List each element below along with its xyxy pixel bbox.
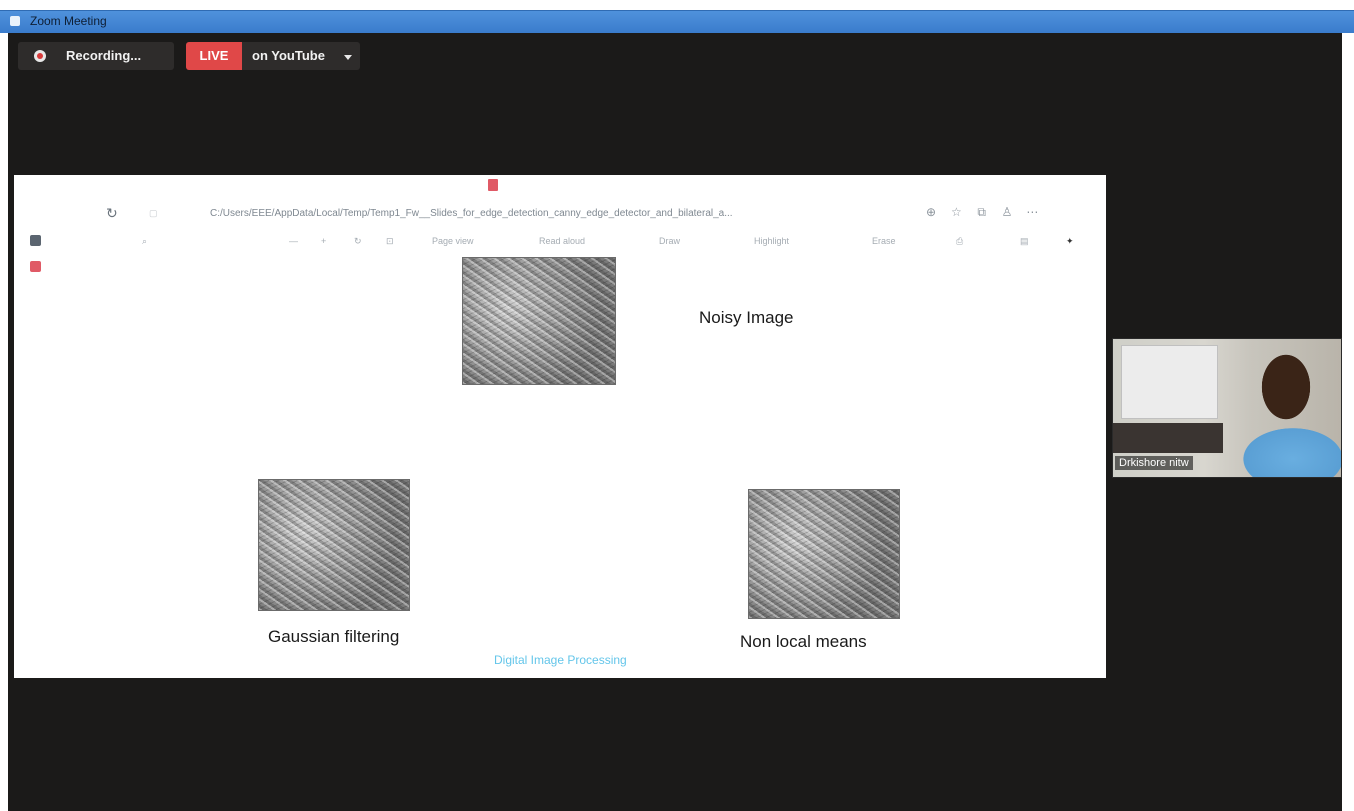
chevron-down-icon[interactable] xyxy=(344,55,352,60)
url-text[interactable]: C:/Users/EEE/AppData/Local/Temp/Temp1_Fw… xyxy=(210,208,733,219)
save-icon[interactable]: ▤ xyxy=(1020,236,1029,247)
sidebar-pdf-icon[interactable] xyxy=(30,261,41,272)
record-icon xyxy=(34,50,46,62)
gaussian-filtered-image xyxy=(258,479,410,611)
toolbar-erase[interactable]: Erase xyxy=(872,236,896,246)
shared-screen: ↻ ▢ C:/Users/EEE/AppData/Local/Temp/Temp… xyxy=(14,175,1106,678)
non-local-means-image xyxy=(748,489,900,619)
recording-indicator[interactable]: Recording... xyxy=(18,42,174,70)
file-icon: ▢ xyxy=(149,208,158,218)
sidebar-tabs-icon[interactable] xyxy=(30,235,41,246)
window-titlebar: Zoom Meeting xyxy=(0,10,1354,33)
zoom-icon[interactable]: ⊕ xyxy=(920,205,942,219)
pin-icon[interactable]: ✦ xyxy=(1066,236,1074,247)
slide-footer: Digital Image Processing xyxy=(494,653,627,667)
live-destination: on YouTube xyxy=(252,48,325,63)
noisy-image-label: Noisy Image xyxy=(699,308,794,327)
toolbar-read-aloud[interactable]: Read aloud xyxy=(539,236,585,246)
address-bar[interactable]: ↻ ▢ C:/Users/EEE/AppData/Local/Temp/Temp… xyxy=(14,197,1106,227)
live-stream-control[interactable]: LIVE on YouTube xyxy=(186,42,360,70)
live-badge: LIVE xyxy=(186,42,242,70)
favorite-star-icon[interactable]: ☆ xyxy=(945,205,967,219)
search-icon[interactable]: ⌕ xyxy=(142,236,147,247)
zoom-app-icon xyxy=(10,16,20,26)
window-title: Zoom Meeting xyxy=(30,14,107,28)
background-shelf xyxy=(1113,423,1223,453)
zoom-out-icon[interactable]: — xyxy=(289,236,298,246)
toolbar-page-view[interactable]: Page view xyxy=(432,236,474,246)
toolbar-draw[interactable]: Draw xyxy=(659,236,680,246)
more-icon[interactable]: ⋯ xyxy=(1021,205,1043,219)
pdf-toolbar: ⌕ — + ↻ ⊡ Page view Read aloud Draw High… xyxy=(14,231,1106,253)
participant-name: Drkishore nitw xyxy=(1115,456,1193,470)
print-icon[interactable]: ⎙ xyxy=(956,236,963,247)
background-cabinet xyxy=(1121,345,1218,419)
non-local-means-label: Non local means xyxy=(740,632,867,651)
pdf-icon xyxy=(488,179,498,191)
noisy-image xyxy=(462,257,616,385)
recording-label: Recording... xyxy=(66,48,142,63)
profile-icon[interactable]: ♙ xyxy=(996,205,1018,219)
toolbar-highlight[interactable]: Highlight xyxy=(754,236,789,246)
address-bar-icons: ⊕ ☆ ⧉ ♙ ⋯ xyxy=(920,205,1043,220)
collections-icon[interactable]: ⧉ xyxy=(971,205,993,220)
zoom-in-icon[interactable]: + xyxy=(321,236,326,246)
reload-icon[interactable]: ↻ xyxy=(106,205,118,222)
fit-page-icon[interactable]: ⊡ xyxy=(386,236,394,247)
rotate-icon[interactable]: ↻ xyxy=(354,236,362,247)
gaussian-filtering-label: Gaussian filtering xyxy=(268,627,400,646)
participant-video[interactable]: Drkishore nitw xyxy=(1112,338,1342,478)
